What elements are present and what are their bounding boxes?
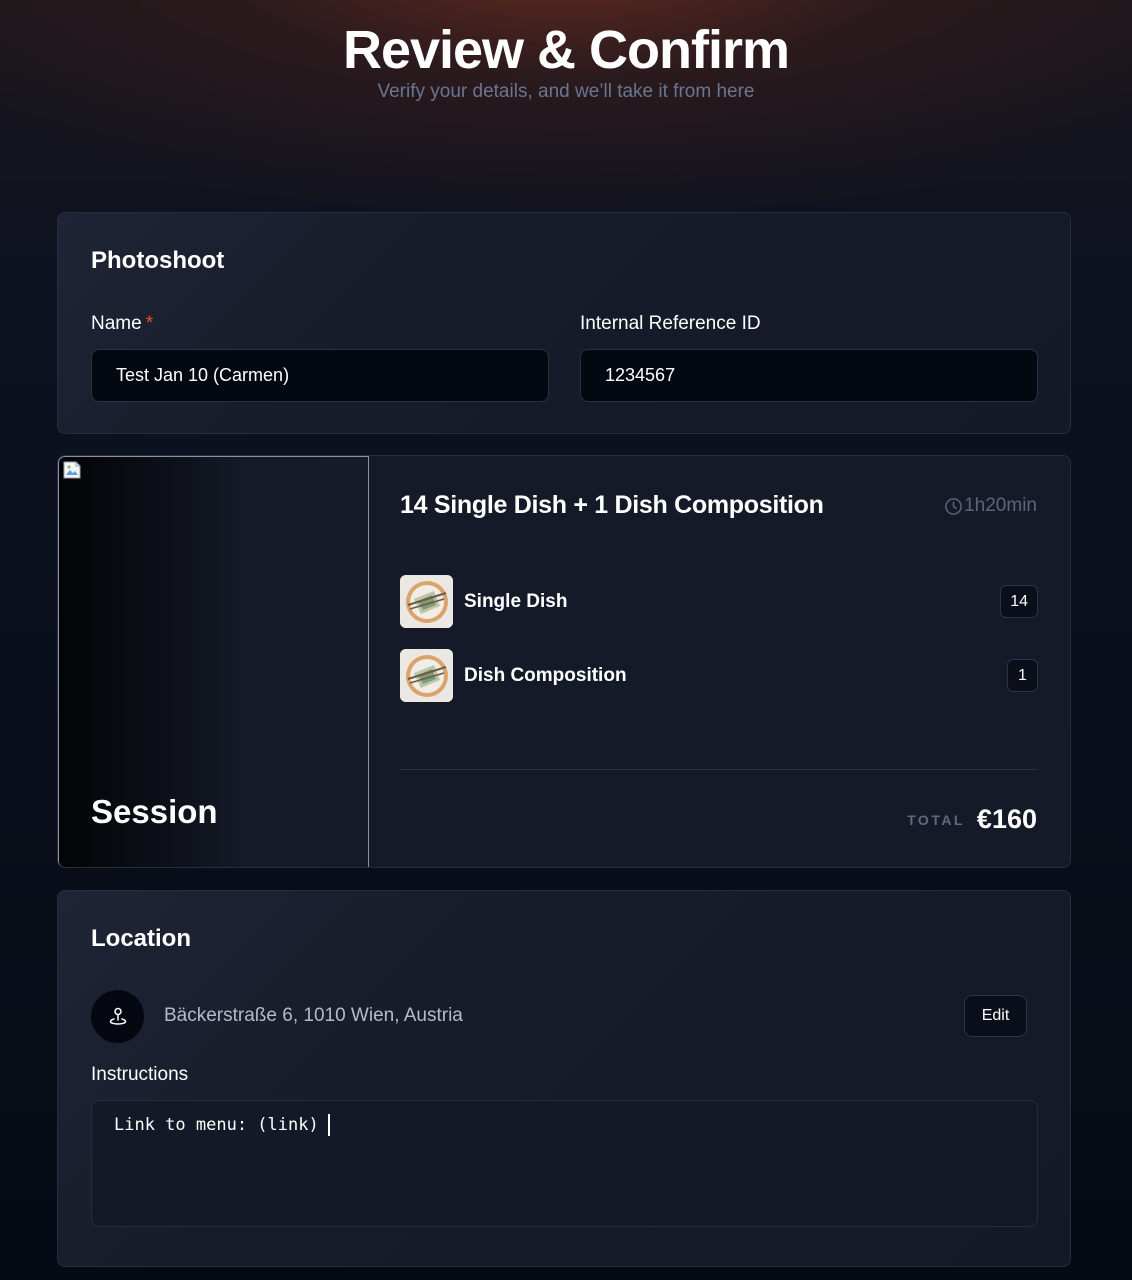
page-title: Review & Confirm [342,20,790,80]
map-pin-icon [109,1007,126,1025]
duration-text: 1h20min [964,495,1037,516]
dish-thumbnail [400,649,453,702]
session-card: Session 14 Single Dish + 1 Dish Composit… [57,455,1071,868]
dish-photo-icon [400,649,453,702]
name-label-text: Name [91,313,142,334]
location-title: Location [91,925,191,952]
name-field-label: Name * [91,312,153,336]
photoshoot-card: Photoshoot Name* Internal Reference ID [57,212,1071,434]
line-item-name: Dish Composition [464,665,627,686]
page-subtitle: Verify your details, and we’ll take it f… [377,81,755,102]
reference-field-label: Internal Reference ID [580,313,761,334]
total-label: TOTAL [907,812,965,828]
quantity-badge: 1 [1007,659,1038,692]
session-image: Session [58,456,369,867]
total-value: €160 [976,804,1037,834]
broken-image-icon [63,461,81,479]
address-text: Bäckerstraße 6, 1010 Wien, Austria [164,1005,463,1026]
edit-address-button[interactable]: Edit [964,995,1027,1037]
session-label: Session [91,793,218,830]
location-card: Location Bäckerstraße 6, 1010 Wien, Aust… [57,890,1071,1267]
reference-id-input[interactable] [580,349,1038,402]
photoshoot-title: Photoshoot [91,247,225,274]
dish-thumbnail [400,575,453,628]
divider [400,769,1038,770]
line-item-name: Single Dish [464,591,568,612]
quantity-badge: 14 [1000,585,1038,618]
line-item: Single Dish 14 [400,575,1038,628]
duration: 1h20min [944,494,1037,518]
clock-icon [945,497,962,515]
line-item: Dish Composition 1 [400,649,1038,702]
instructions-textarea[interactable]: Link to menu: (link) [91,1100,1038,1227]
location-pin [91,990,144,1043]
package-title: 14 Single Dish + 1 Dish Composition [400,491,824,519]
instructions-label: Instructions [91,1064,189,1085]
text-caret [328,1114,330,1136]
required-indicator: * [145,313,154,334]
name-input[interactable] [91,349,549,402]
dish-photo-icon [400,575,453,628]
